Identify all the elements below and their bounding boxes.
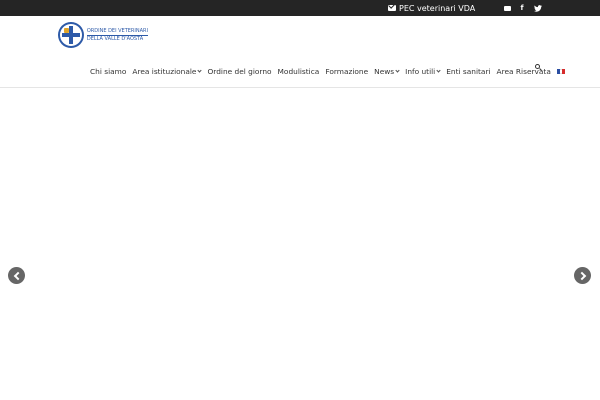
nav-item-enti-sanitari[interactable]: Enti sanitari <box>446 67 490 76</box>
chevron-right-icon[interactable] <box>574 267 591 284</box>
top-bar: PEC veterinari VDA f <box>0 0 600 16</box>
site-header: ORDINE DEI VETERINARI DELLA VALLE D'AOST… <box>0 16 600 88</box>
envelope-icon <box>503 5 511 11</box>
pec-label: PEC veterinari VDA <box>399 3 476 13</box>
nav-item-formazione[interactable]: Formazione <box>325 67 368 76</box>
chevron-down-icon <box>436 67 441 73</box>
chevron-left-icon[interactable] <box>8 267 25 284</box>
twitter-icon <box>534 4 542 12</box>
nav-item-ordine-del-giorno[interactable]: Ordine del giorno <box>207 67 271 76</box>
email-social-button[interactable] <box>501 2 513 14</box>
hero-slider <box>0 89 600 400</box>
envelope-icon <box>388 5 396 11</box>
nav-item-chi-siamo[interactable]: Chi siamo <box>90 67 126 76</box>
site-logo[interactable]: ORDINE DEI VETERINARI DELLA VALLE D'AOST… <box>58 21 148 49</box>
facebook-social-button[interactable]: f <box>516 2 528 14</box>
nav-item-area-istituzionale[interactable]: Area istituzionale <box>132 67 203 76</box>
nav-item-info-utili[interactable]: Info utili <box>405 67 441 76</box>
main-navigation: Chi siamo Area istituzionale Ordine del … <box>90 65 565 77</box>
pec-link[interactable]: PEC veterinari VDA <box>388 2 475 14</box>
logo-emblem-icon <box>58 22 84 48</box>
nav-item-modulistica[interactable]: Modulistica <box>278 67 320 76</box>
search-icon[interactable] <box>535 64 543 72</box>
french-flag-icon[interactable] <box>556 68 565 74</box>
logo-wordmark: ORDINE DEI VETERINARI DELLA VALLE D'AOST… <box>86 27 148 42</box>
twitter-social-button[interactable] <box>532 2 544 14</box>
facebook-icon: f <box>520 4 524 12</box>
chevron-down-icon <box>197 67 203 73</box>
nav-item-news[interactable]: News <box>374 67 400 76</box>
chevron-down-icon <box>395 67 400 73</box>
